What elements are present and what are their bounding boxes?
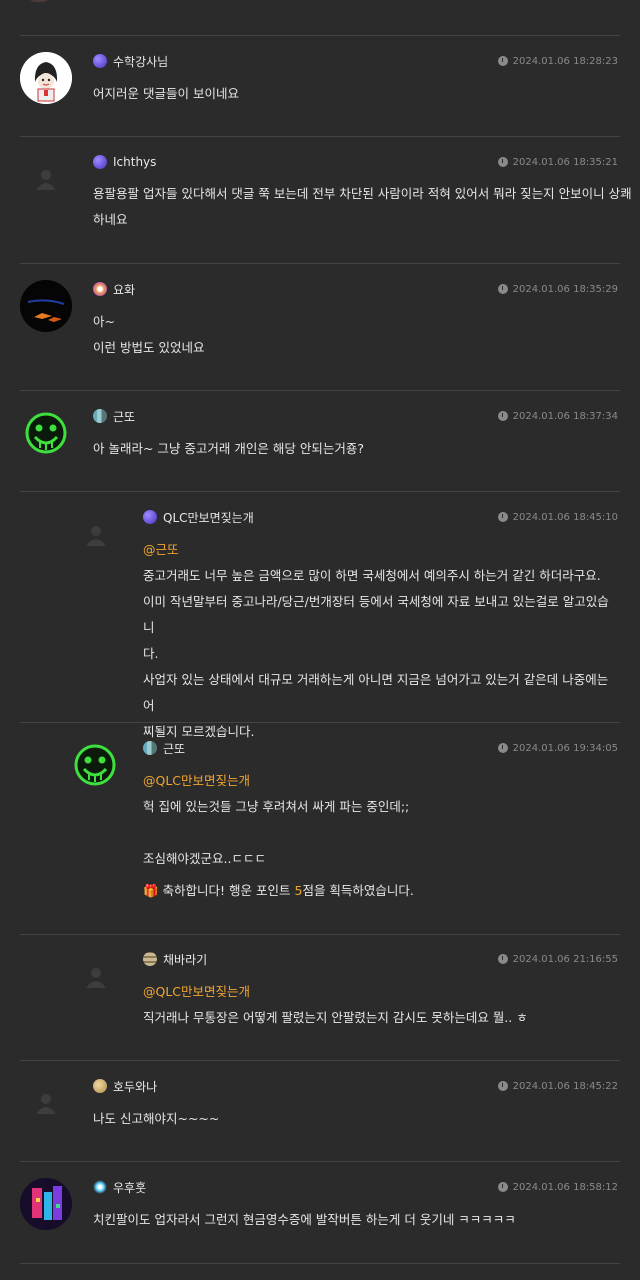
divider [20, 390, 620, 391]
smiley-avatar-icon [74, 744, 116, 786]
comment-body: 어지러운 댓글들이 보이네요 [93, 86, 239, 101]
comment-body: 아~ 이런 방법도 있었네요 [93, 314, 205, 355]
nickname[interactable]: 요화 [113, 281, 135, 298]
comment-body: 나도 신고해야지~~~~ [93, 1111, 220, 1126]
divider [20, 136, 620, 137]
level-icon [143, 952, 157, 966]
divider [20, 1161, 620, 1162]
nickname[interactable]: 채바라기 [163, 951, 207, 968]
clock-icon [497, 56, 508, 66]
divider [20, 1060, 620, 1061]
nickname[interactable]: 수학강사님 [113, 53, 168, 70]
avatar[interactable] [69, 739, 121, 791]
timestamp: 2024.01.06 18:28:23 [497, 56, 618, 67]
comment-list: 수학강사님 2024.01.06 18:28:23 어지러운 댓글들이 보이네요… [0, 0, 640, 1280]
nickname[interactable]: QLC만보면짖는개 [163, 509, 254, 526]
divider [20, 35, 620, 36]
level-icon [93, 282, 107, 296]
timestamp: 2024.01.06 19:34:05 [497, 743, 618, 754]
level-icon [93, 1079, 107, 1093]
timestamp: 2024.01.06 18:35:21 [497, 157, 618, 168]
clock-icon [497, 512, 508, 522]
avatar[interactable] [26, 0, 52, 2]
default-avatar-icon[interactable] [85, 966, 107, 988]
level-icon [93, 409, 107, 423]
avatar[interactable] [20, 280, 72, 332]
timestamp: 2024.01.06 18:58:12 [497, 1182, 618, 1193]
divider [20, 722, 620, 723]
timestamp: 2024.01.06 18:45:10 [497, 512, 618, 523]
smiley-avatar-icon [25, 412, 67, 454]
default-avatar-icon[interactable] [85, 524, 107, 546]
comment-body: @QLC만보면짖는개 헉 집에 있는것들 그냥 후려쳐서 싸게 파는 중인데;;… [143, 768, 618, 904]
avatar-image-icon [20, 52, 72, 104]
avatar[interactable] [20, 52, 72, 104]
comment-body: 치킨팔이도 업자라서 그런지 현금영수증에 발작버튼 하는게 더 웃기네 ㅋㅋㅋ… [93, 1212, 516, 1227]
nickname[interactable]: 호두와나 [113, 1078, 157, 1095]
avatar[interactable] [20, 407, 72, 459]
divider [20, 491, 620, 492]
nickname[interactable]: 근또 [163, 740, 185, 757]
fish-avatar-icon [20, 280, 72, 332]
level-icon [93, 54, 107, 68]
comment-body: 아 놀래라~ 그냥 중고거래 개인은 해당 안되는거죵? [93, 441, 364, 456]
avatar[interactable] [20, 1178, 72, 1230]
divider [20, 263, 620, 264]
nickname[interactable]: 근또 [113, 408, 135, 425]
timestamp: 2024.01.06 18:35:29 [497, 284, 618, 295]
mention-link[interactable]: @QLC만보면짖는개 [143, 979, 618, 1005]
clock-icon [497, 954, 508, 964]
nickname[interactable]: 우후훗 [113, 1179, 146, 1196]
clock-icon [497, 411, 508, 421]
divider [20, 1263, 620, 1264]
clock-icon [497, 284, 508, 294]
comment-body: @QLC만보면짖는개 직거래나 무통장은 어떻게 팔렸는지 안팔렸는지 감시도 … [143, 979, 618, 1031]
clock-icon [497, 743, 508, 753]
neon-avatar-icon [20, 1178, 72, 1230]
reward-notice: 🎁 축하합니다! 행운 포인트 5점을 획득하였습니다. [143, 883, 414, 898]
nickname[interactable]: Ichthys [113, 155, 156, 169]
divider [20, 934, 620, 935]
timestamp: 2024.01.06 18:45:22 [497, 1081, 618, 1092]
level-icon [143, 741, 157, 755]
comment-body: @근또 중고거래도 너무 높은 금액으로 많이 하면 국세청에서 예의주시 하는… [143, 537, 618, 745]
default-avatar-icon[interactable] [35, 1092, 57, 1114]
mention-link[interactable]: @근또 [143, 537, 618, 563]
clock-icon [497, 1182, 508, 1192]
star-level-icon [93, 1180, 107, 1194]
default-avatar-icon[interactable] [35, 168, 57, 190]
level-icon [93, 155, 107, 169]
comment-body: 용팔용팔 업자들 있다해서 댓글 쭉 보는데 전부 차단된 사람이라 적혀 있어… [93, 186, 632, 227]
clock-icon [497, 157, 508, 167]
clock-icon [497, 1081, 508, 1091]
mention-link[interactable]: @QLC만보면짖는개 [143, 768, 618, 794]
timestamp: 2024.01.06 18:37:34 [497, 411, 618, 422]
level-icon [143, 510, 157, 524]
timestamp: 2024.01.06 21:16:55 [497, 954, 618, 965]
